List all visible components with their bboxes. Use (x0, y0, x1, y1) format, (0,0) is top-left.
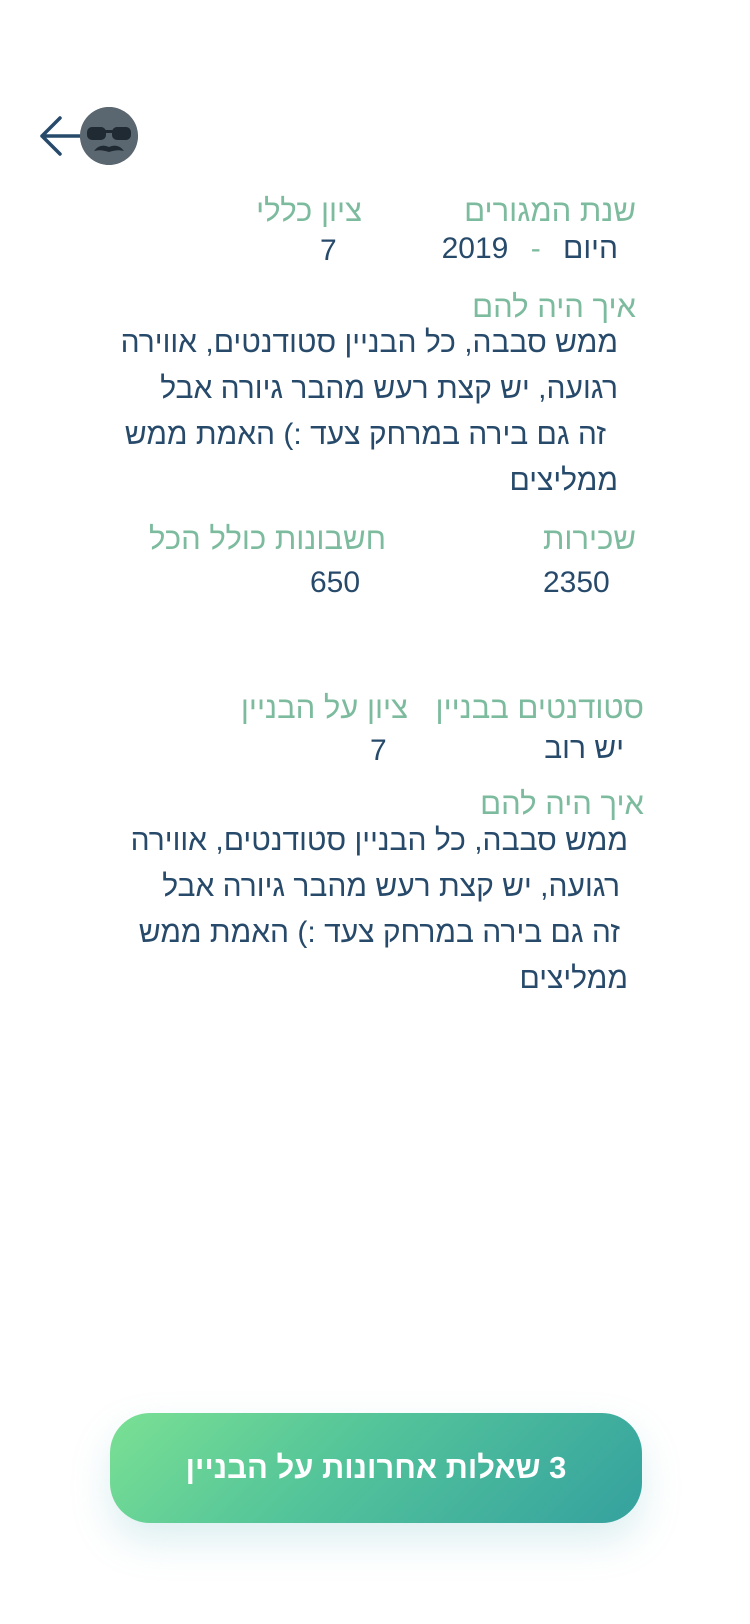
years-from: 2019 (441, 232, 509, 265)
review-text-2: ממש סבבה, כל הבניין סטודנטים, אווירה רגו… (68, 818, 628, 1002)
review-line: רגועה, יש קצת רעש מהבר גיורה אבל (162, 870, 620, 903)
glasses-mustache-icon (80, 107, 138, 165)
bills-value: 650 (310, 566, 361, 599)
review-line: ממליצים (509, 464, 618, 497)
bills-label: חשבונות כולל הכל (149, 521, 386, 556)
how-label-2: איך היה להם (480, 786, 644, 821)
avatar[interactable] (80, 107, 138, 165)
review-line: רגועה, יש קצת רעש מהבר גיורה אבל (160, 372, 618, 405)
review-line: ממש סבבה, כל הבניין סטודנטים, אווירה (120, 326, 618, 359)
building-score-value: 7 (370, 734, 387, 767)
score-value: 7 (320, 234, 337, 267)
students-value: יש רוב (544, 732, 624, 765)
rent-label: שכירות (543, 521, 636, 556)
review-text: ממש סבבה, כל הבניין סטודנטים, אווירה רגו… (58, 320, 618, 504)
students-label: סטודנטים בבניין (435, 690, 644, 725)
review-line: ממליצים (519, 962, 628, 995)
rent-value: 2350 (543, 566, 610, 599)
review-line: ממש סבבה, כל הבניין סטודנטים, אווירה (130, 824, 628, 857)
review-line: זה גם בירה במרחק צעד :) האמת ממש (138, 916, 620, 949)
last-questions-button[interactable]: 3 שאלות אחרונות על הבניין (110, 1413, 642, 1523)
years-range: היום - 2019 (442, 232, 618, 266)
review-line: זה גם בירה במרחק צעד :) האמת ממש (124, 418, 606, 451)
years-sep: - (530, 232, 541, 265)
building-score-label: ציון על הבניין (240, 690, 408, 725)
score-label: ציון כללי (256, 193, 362, 228)
years-label: שנת המגורים (464, 193, 636, 228)
years-to: היום (563, 232, 618, 265)
